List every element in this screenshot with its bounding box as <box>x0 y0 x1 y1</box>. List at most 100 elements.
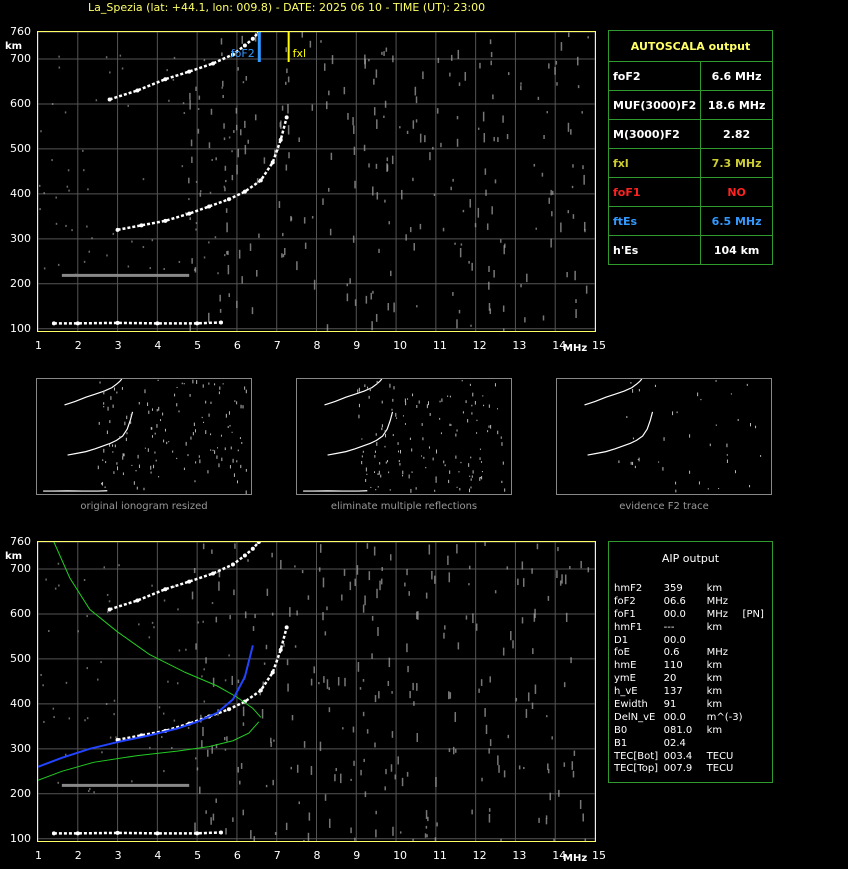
thumb-speckle <box>387 460 389 463</box>
aip-unit: TECU <box>706 763 734 775</box>
thumb-speckle <box>358 414 360 419</box>
thumb-speckle <box>112 444 114 447</box>
aip-flag <box>743 621 772 634</box>
thumb-speckle <box>468 463 470 467</box>
thumb-speckle <box>138 464 140 469</box>
thumb-speckle <box>474 400 476 405</box>
thumb-speckle <box>113 471 115 474</box>
thumb-speckle <box>470 456 472 459</box>
thumb-speckle <box>455 455 457 459</box>
thumb-speckle <box>242 405 244 409</box>
thumb-speckle <box>481 471 483 473</box>
thumb-speckle <box>467 419 469 423</box>
x-tick-label-2: 10 <box>393 849 408 862</box>
thumb-speckle <box>461 380 463 382</box>
thumb-speckle <box>229 465 231 469</box>
thumb-speckle <box>97 465 99 470</box>
thumb-speckle <box>154 451 156 454</box>
main-ionogram-svg: foF2 fxl <box>38 32 595 331</box>
thumb-speckle <box>365 467 367 472</box>
y-tick-label-2: 300 <box>10 741 31 755</box>
thumb-speckle <box>187 454 189 457</box>
thumb-speckle <box>397 442 399 445</box>
thumb-speckle <box>192 379 194 384</box>
thumb-speckle <box>471 475 473 478</box>
thumb-speckle <box>469 475 471 477</box>
thumb-speckle <box>455 433 457 437</box>
thumb-speckle <box>216 455 218 459</box>
thumb-speckle <box>176 386 178 389</box>
thumb-speckle <box>155 459 157 462</box>
thumb-speckle <box>102 481 104 486</box>
thumb-speckle <box>675 481 677 485</box>
thumb-speckle <box>399 463 401 466</box>
thumb-speckle <box>100 482 102 485</box>
thumb-speckle <box>626 416 628 418</box>
thumb-speckle <box>380 474 382 478</box>
aip-row: DelN_vE 00.0 m^(-3) <box>614 711 772 724</box>
thumb-speckle <box>504 488 506 492</box>
thumb-speckle <box>440 432 442 435</box>
thumb-speckle <box>376 442 378 446</box>
thumb-speckle <box>245 468 247 472</box>
trace-line-1 <box>117 627 288 742</box>
thumb-speckle <box>121 387 123 390</box>
aip-flag <box>743 724 772 737</box>
thumb-speckle <box>658 461 660 463</box>
aip-unit <box>707 737 743 750</box>
thumb-speckle <box>230 446 232 450</box>
x-tick-label-2: 9 <box>353 849 361 862</box>
autoscala-row: foF2 6.6 MHz <box>607 61 773 91</box>
y-tick-label-2: 760 <box>10 535 31 548</box>
thumb-speckle <box>709 443 711 447</box>
thumb-speckle <box>158 406 160 411</box>
thumb-speckle <box>676 411 678 414</box>
x-tick-label-2: 3 <box>114 849 122 862</box>
aip-unit: MHz <box>706 595 729 607</box>
aip-row: B1 02.4 <box>614 737 772 750</box>
thumb-speckle <box>137 454 139 459</box>
thumb-speckle <box>367 386 369 389</box>
y-tick-label: 400 <box>10 186 31 200</box>
aip-value: 359 <box>663 582 683 594</box>
thumb-speckle <box>487 430 489 433</box>
thumb-speckle <box>449 423 451 427</box>
thumb-speckle <box>490 424 492 429</box>
thumb-speckle <box>391 408 393 411</box>
thumb-speckle <box>447 395 449 397</box>
ionogram-title: La_Spezia (lat: +44.1, lon: 009.8) - DAT… <box>88 1 486 14</box>
thumb-speckle <box>135 469 137 472</box>
thumb-speckle <box>116 462 118 465</box>
x-tick-label-2: 11 <box>432 849 447 862</box>
thumb-speckle <box>697 392 699 397</box>
thumb-speckle <box>439 417 441 420</box>
thumb-speckle <box>663 437 665 441</box>
y-tick-label-2: 700 <box>10 561 31 575</box>
autoscala-value: 6.6 MHz <box>700 61 773 91</box>
aip-row: D1 00.0 <box>614 634 772 647</box>
thumb-speckle <box>205 430 207 434</box>
thumb-speckle <box>361 438 363 440</box>
aip-param: hmF1 <box>614 621 643 633</box>
thumb-speckle <box>476 419 478 422</box>
aip-param: foE <box>614 647 630 659</box>
aip-flag <box>743 750 772 763</box>
thumb-speckle <box>368 395 370 399</box>
thumb-speckle <box>737 418 739 422</box>
thumb-speckle <box>365 478 367 482</box>
thumb-speckle <box>734 470 736 474</box>
x-tick-label: 11 <box>432 339 447 352</box>
y-unit-label: km <box>5 41 23 52</box>
thumb-speckle <box>472 470 474 474</box>
thumb-speckle <box>755 425 757 429</box>
x-tick-label: 6 <box>233 339 241 352</box>
thumb-speckle <box>482 395 484 397</box>
aip-value: 003.4 <box>663 750 693 762</box>
thumb-speckle <box>439 400 441 403</box>
thumb-speckle <box>698 481 700 485</box>
thumb-speckle <box>196 380 198 384</box>
thumb-speckle <box>221 457 223 462</box>
thumb-speckle <box>746 383 748 386</box>
x-tick-label-2: 6 <box>233 849 241 862</box>
thumb-speckle <box>112 404 114 408</box>
